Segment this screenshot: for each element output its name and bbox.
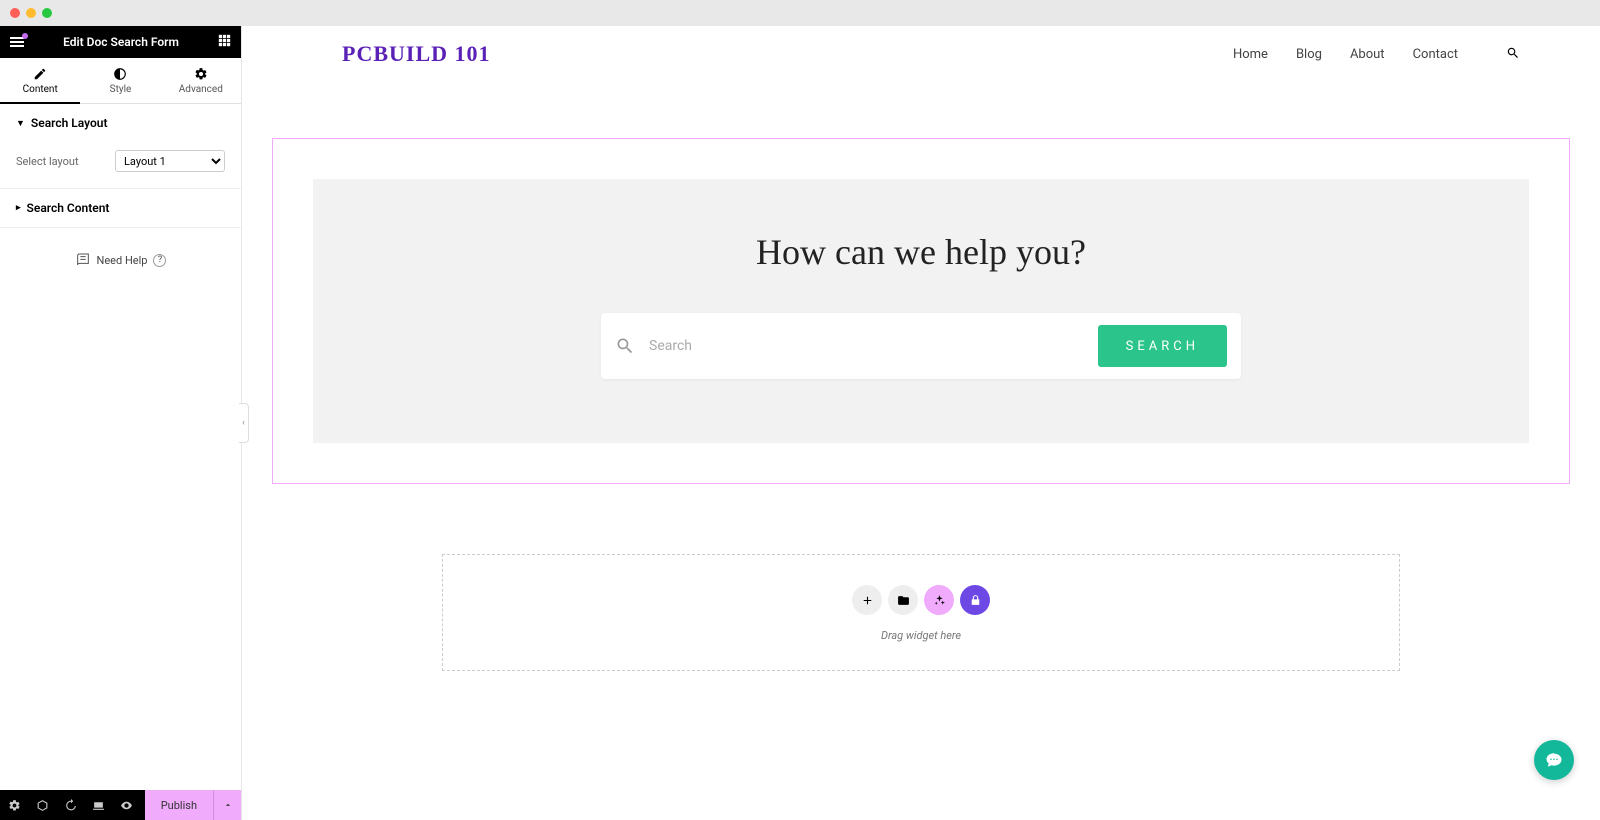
need-help-label: Need Help: [97, 254, 148, 267]
panel-tabs: Content Style Advanced: [0, 58, 241, 104]
navigator-icon[interactable]: [28, 799, 56, 812]
nav-blog[interactable]: Blog: [1296, 47, 1322, 62]
panel-title: Edit Doc Search Form: [63, 35, 179, 49]
widget-drop-zone[interactable]: Drag widget here: [442, 554, 1400, 671]
accordion-head-search-layout[interactable]: ▼ Search Layout: [0, 104, 241, 142]
window-maximize-dot[interactable]: [42, 8, 52, 18]
doc-search-widget: How can we help you? SEARCH: [313, 179, 1529, 443]
contrast-icon: [113, 67, 127, 81]
accordion-search-layout: ▼ Search Layout Select layout Layout 1: [0, 104, 241, 189]
tab-advanced[interactable]: Advanced: [161, 58, 241, 103]
notification-badge: [22, 33, 28, 39]
site-header: PCBUILD 101 Home Blog About Contact: [242, 30, 1600, 78]
publish-button[interactable]: Publish: [145, 790, 213, 820]
caret-down-icon: ▼: [16, 118, 25, 129]
tab-advanced-label: Advanced: [179, 84, 223, 95]
gear-icon: [194, 67, 208, 81]
editor-left-panel: Edit Doc Search Form Content Style Advan…: [0, 26, 242, 820]
library-icon[interactable]: [960, 585, 990, 615]
settings-icon[interactable]: [0, 799, 28, 812]
ai-sparkle-icon[interactable]: [924, 585, 954, 615]
pencil-icon: [33, 67, 47, 81]
select-layout-label: Select layout: [16, 155, 79, 168]
responsive-icon[interactable]: [84, 799, 112, 812]
tab-content[interactable]: Content: [0, 58, 80, 103]
site-logo[interactable]: PCBUILD 101: [342, 41, 491, 67]
tab-content-label: Content: [23, 84, 58, 95]
hamburger-menu-icon[interactable]: [10, 37, 24, 47]
add-section-icon[interactable]: [852, 585, 882, 615]
search-layout-title: Search Layout: [31, 116, 108, 130]
accordion-head-search-content[interactable]: ▸ Search Content: [0, 189, 241, 227]
panel-header: Edit Doc Search Form: [0, 26, 241, 58]
question-icon: ?: [153, 254, 166, 267]
site-nav: Home Blog About Contact: [1233, 47, 1458, 62]
select-layout-row: Select layout Layout 1: [16, 150, 225, 172]
window-minimize-dot[interactable]: [26, 8, 36, 18]
publish-options-caret[interactable]: [213, 790, 241, 820]
need-help-link[interactable]: Need Help ?: [0, 228, 241, 292]
search-widget-title: How can we help you?: [353, 231, 1489, 273]
collapse-panel-handle[interactable]: ‹: [239, 403, 249, 443]
window-close-dot[interactable]: [10, 8, 20, 18]
nav-contact[interactable]: Contact: [1413, 47, 1458, 62]
template-folder-icon[interactable]: [888, 585, 918, 615]
tab-style-label: Style: [110, 84, 132, 95]
nav-about[interactable]: About: [1350, 47, 1385, 62]
selected-widget-section[interactable]: How can we help you? SEARCH: [272, 138, 1570, 484]
select-layout-dropdown[interactable]: Layout 1: [115, 150, 225, 172]
nav-home[interactable]: Home: [1233, 47, 1268, 62]
history-icon[interactable]: [56, 799, 84, 812]
caret-right-icon: ▸: [16, 203, 21, 213]
chat-fab-icon[interactable]: [1534, 740, 1574, 780]
search-button[interactable]: SEARCH: [1098, 325, 1227, 367]
editor-canvas[interactable]: PCBUILD 101 Home Blog About Contact How …: [242, 26, 1600, 820]
accordion-search-content: ▸ Search Content: [0, 189, 241, 228]
search-icon: [615, 336, 635, 356]
panel-body: ▼ Search Layout Select layout Layout 1 ▸…: [0, 104, 241, 790]
book-icon: [75, 252, 91, 268]
widgets-grid-icon[interactable]: [218, 34, 231, 50]
search-content-title: Search Content: [27, 201, 110, 215]
tab-style[interactable]: Style: [80, 58, 160, 103]
search-input[interactable]: [649, 338, 1098, 354]
panel-footer: Publish: [0, 790, 241, 820]
browser-chrome: [0, 0, 1600, 26]
search-box: SEARCH: [601, 313, 1241, 379]
drop-zone-hint: Drag widget here: [463, 629, 1379, 642]
preview-icon[interactable]: [112, 799, 140, 812]
header-search-icon[interactable]: [1506, 45, 1520, 64]
